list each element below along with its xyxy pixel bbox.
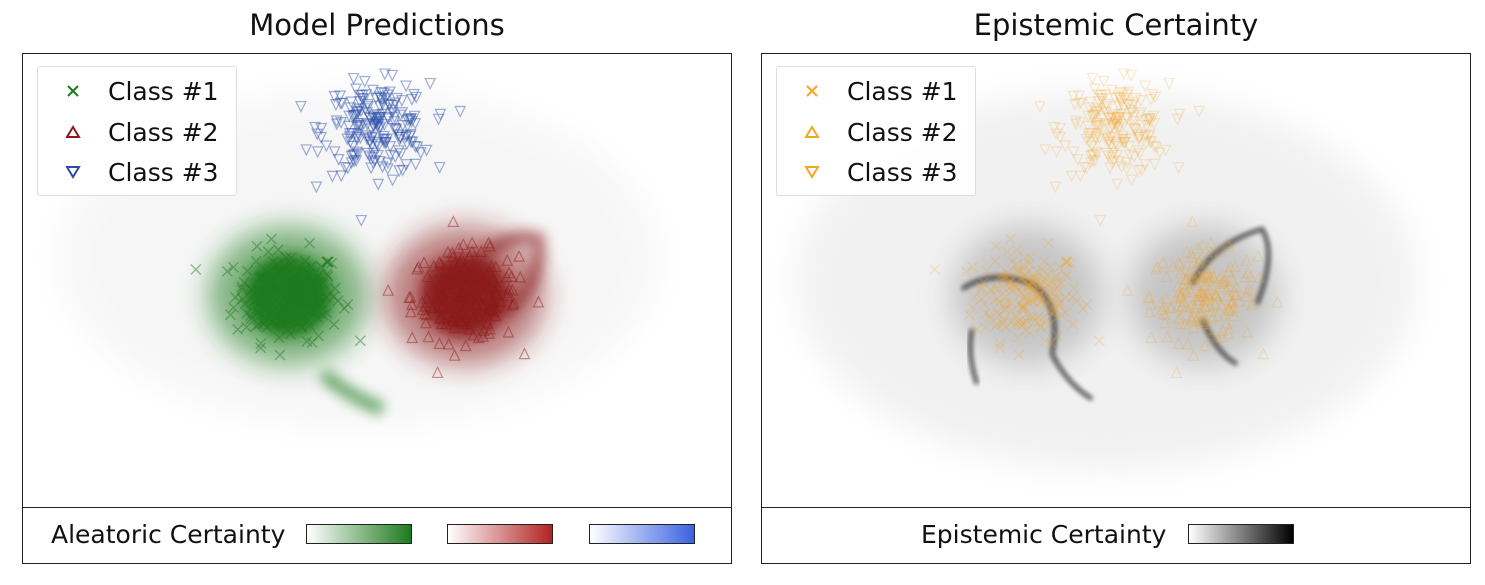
triangle-up-marker-icon — [38, 124, 108, 140]
right-legend-item-class1: Class #1 — [777, 71, 958, 111]
right-legend-item-class2: Class #2 — [777, 112, 958, 152]
green-colorbar — [306, 524, 412, 544]
triangle-up-marker-icon — [777, 124, 847, 140]
blue-colorbar — [589, 524, 695, 544]
left-chart-title: Model Predictions — [249, 8, 505, 42]
left-legend: Class #1 Class #2 Class #3 — [37, 66, 237, 196]
left-legend-item-class3: Class #3 — [38, 152, 219, 192]
legend-label: Class #2 — [108, 117, 219, 147]
black-colorbar — [1188, 524, 1294, 544]
data-point — [347, 72, 360, 85]
legend-label: Class #2 — [847, 117, 958, 147]
left-legend-item-class2: Class #2 — [38, 112, 219, 152]
triangle-down-marker-icon — [38, 164, 108, 180]
legend-label: Class #3 — [108, 157, 219, 187]
red-colorbar — [447, 524, 553, 544]
left-plot-area: Class #1 Class #2 Class #3 — [22, 53, 732, 509]
aleatoric-colorbar-label: Aleatoric Certainty — [51, 520, 286, 549]
triangle-down-marker-icon — [777, 164, 847, 180]
data-point — [424, 77, 437, 90]
right-colorbar-panel: Epistemic Certainty — [761, 507, 1471, 564]
left-legend-item-class1: Class #1 — [38, 71, 219, 111]
x-marker-icon — [777, 83, 847, 99]
right-legend: Class #1 Class #2 Class #3 — [776, 66, 976, 196]
legend-label: Class #1 — [847, 76, 958, 106]
data-point — [1086, 72, 1099, 85]
data-point — [1163, 77, 1176, 90]
left-colorbar-panel: Aleatoric Certainty — [22, 507, 732, 564]
right-chart-title: Epistemic Certainty — [973, 8, 1259, 42]
legend-label: Class #1 — [108, 76, 219, 106]
legend-label: Class #3 — [847, 157, 958, 187]
right-legend-item-class3: Class #3 — [777, 152, 958, 192]
right-plot-area: Class #1 Class #2 Class #3 — [761, 53, 1471, 509]
x-marker-icon — [38, 83, 108, 99]
epistemic-colorbar-label: Epistemic Certainty — [921, 520, 1167, 549]
